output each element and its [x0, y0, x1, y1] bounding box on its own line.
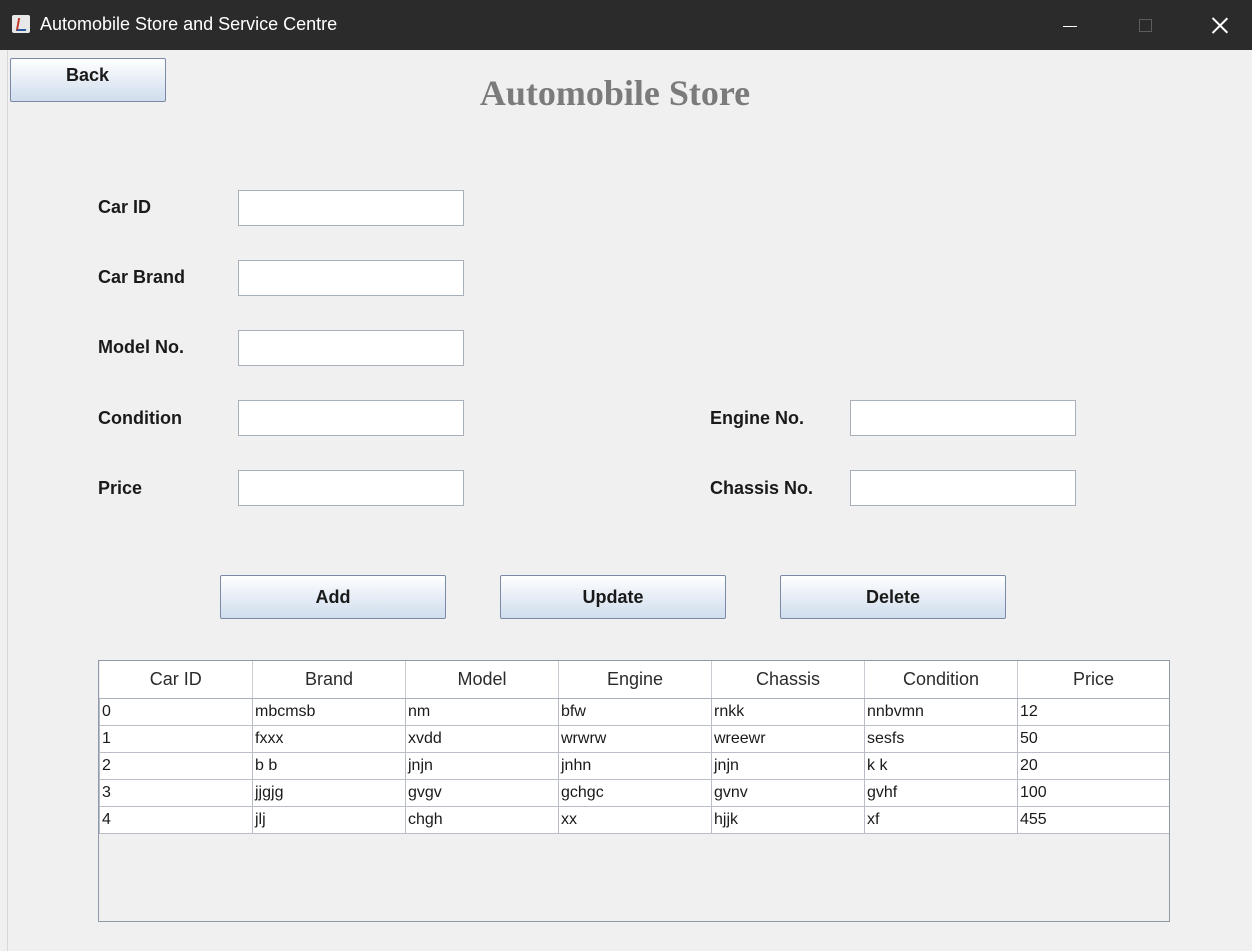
- engine-no-label: Engine No.: [710, 408, 804, 428]
- table-cell[interactable]: nm: [405, 698, 559, 726]
- table-cell[interactable]: wreewr: [711, 725, 865, 753]
- car-id-label: Car ID: [98, 197, 152, 217]
- table-cell[interactable]: sesfs: [864, 725, 1018, 753]
- model-no-label: Model No.: [98, 337, 184, 357]
- column-header-car-id[interactable]: Car ID: [99, 661, 253, 699]
- table-cell[interactable]: nnbvmn: [864, 698, 1018, 726]
- close-icon[interactable]: [1190, 0, 1250, 50]
- price-label: Price: [98, 478, 143, 498]
- table-cell[interactable]: xf: [864, 806, 1018, 834]
- table-cell[interactable]: rnkk: [711, 698, 865, 726]
- table-row[interactable]: 4 jlj chgh xx hjjk xf 455: [99, 806, 1169, 834]
- page-title: Automobile Store: [479, 73, 751, 113]
- table-cell[interactable]: 100: [1017, 779, 1169, 807]
- table-row[interactable]: 1 fxxx xvdd wrwrw wreewr sesfs 50: [99, 725, 1169, 753]
- table-cell[interactable]: 12: [1017, 698, 1169, 726]
- table-cell[interactable]: jjgjg: [252, 779, 406, 807]
- table-cell[interactable]: 455: [1017, 806, 1169, 834]
- table-cell[interactable]: 50: [1017, 725, 1169, 753]
- window-title: Automobile Store and Service Centre: [40, 14, 338, 34]
- column-header-price[interactable]: Price: [1017, 661, 1169, 699]
- chassis-no-label: Chassis No.: [710, 478, 814, 498]
- table-cell[interactable]: xvdd: [405, 725, 559, 753]
- table-cell[interactable]: gchgc: [558, 779, 712, 807]
- table-cell[interactable]: b b: [252, 752, 406, 780]
- table-cell[interactable]: jlj: [252, 806, 406, 834]
- java-coffee-cup-icon: [12, 15, 30, 33]
- table-cell[interactable]: jnjn: [711, 752, 865, 780]
- car-table-scrollpane[interactable]: Car ID Brand Model Engine Chassis Condit…: [98, 660, 1170, 922]
- table-cell[interactable]: gvgv: [405, 779, 559, 807]
- minimize-icon[interactable]: [1040, 0, 1100, 50]
- table-cell[interactable]: wrwrw: [558, 725, 712, 753]
- condition-label: Condition: [98, 408, 182, 428]
- table-cell[interactable]: xx: [558, 806, 712, 834]
- table-cell[interactable]: k k: [864, 752, 1018, 780]
- column-header-condition[interactable]: Condition: [864, 661, 1018, 699]
- table-cell[interactable]: 20: [1017, 752, 1169, 780]
- condition-input[interactable]: [238, 400, 464, 436]
- table-cell[interactable]: gvnv: [711, 779, 865, 807]
- model-no-input[interactable]: [238, 330, 464, 366]
- table-cell[interactable]: jnhn: [558, 752, 712, 780]
- table-cell[interactable]: 0: [99, 698, 253, 726]
- column-header-chassis[interactable]: Chassis: [711, 661, 865, 699]
- table-cell[interactable]: 3: [99, 779, 253, 807]
- delete-button[interactable]: Delete: [780, 575, 1006, 619]
- table-row[interactable]: 2 b b jnjn jnhn jnjn k k 20: [99, 752, 1169, 780]
- table-cell[interactable]: gvhf: [864, 779, 1018, 807]
- table-cell[interactable]: 2: [99, 752, 253, 780]
- add-button[interactable]: Add: [220, 575, 446, 619]
- table-cell[interactable]: bfw: [558, 698, 712, 726]
- table-cell[interactable]: fxxx: [252, 725, 406, 753]
- window-left-border: [0, 50, 8, 951]
- table-cell[interactable]: jnjn: [405, 752, 559, 780]
- car-table: Car ID Brand Model Engine Chassis Condit…: [99, 661, 1169, 834]
- table-cell[interactable]: 1: [99, 725, 253, 753]
- maximize-icon[interactable]: [1115, 0, 1175, 50]
- table-cell[interactable]: chgh: [405, 806, 559, 834]
- table-cell[interactable]: 4: [99, 806, 253, 834]
- table-cell[interactable]: hjjk: [711, 806, 865, 834]
- column-header-engine[interactable]: Engine: [558, 661, 712, 699]
- price-input[interactable]: [238, 470, 464, 506]
- car-brand-input[interactable]: [238, 260, 464, 296]
- table-header-row: Car ID Brand Model Engine Chassis Condit…: [99, 661, 1169, 699]
- update-button[interactable]: Update: [500, 575, 726, 619]
- engine-no-input[interactable]: [850, 400, 1076, 436]
- table-row[interactable]: 3 jjgjg gvgv gchgc gvnv gvhf 100: [99, 779, 1169, 807]
- column-header-model[interactable]: Model: [405, 661, 559, 699]
- window-titlebar: Automobile Store and Service Centre: [0, 0, 1252, 50]
- car-id-input[interactable]: [238, 190, 464, 226]
- car-brand-label: Car Brand: [98, 267, 186, 287]
- table-row[interactable]: 0 mbcmsb nm bfw rnkk nnbvmn 12: [99, 698, 1169, 726]
- table-cell[interactable]: mbcmsb: [252, 698, 406, 726]
- chassis-no-input[interactable]: [850, 470, 1076, 506]
- column-header-brand[interactable]: Brand: [252, 661, 406, 699]
